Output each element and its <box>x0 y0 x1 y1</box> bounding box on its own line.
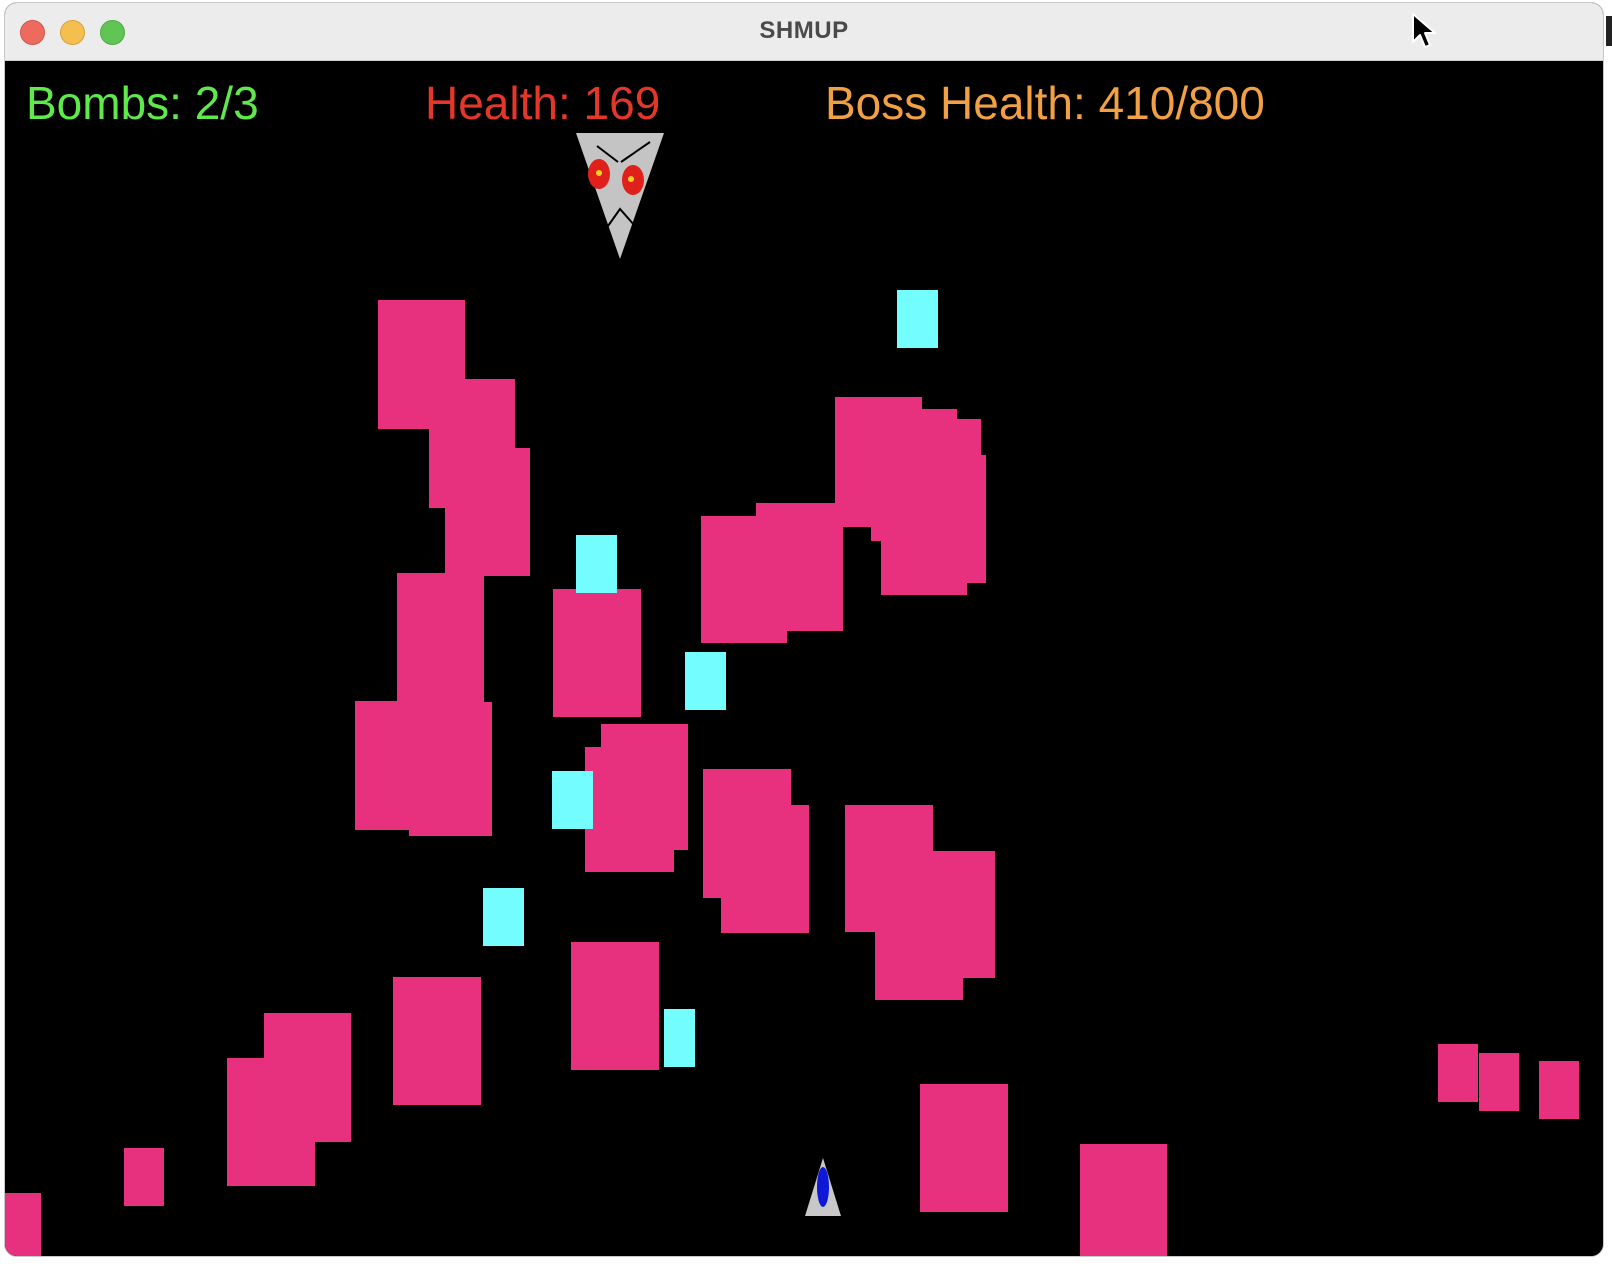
enemy-bullet <box>552 771 593 829</box>
enemy-block <box>845 805 995 1000</box>
enemy-block <box>393 977 481 1105</box>
enemy-block <box>1080 1144 1167 1256</box>
player-ship-icon <box>805 1158 841 1216</box>
boss-ship-icon <box>576 133 664 259</box>
enemy-block <box>571 942 659 1070</box>
enemy-block <box>1438 1044 1478 1102</box>
enemy-bullet <box>685 652 726 710</box>
enemy-block <box>553 589 641 717</box>
enemy-block <box>355 573 492 836</box>
player-cockpit <box>817 1167 829 1207</box>
boss-pupil-right <box>628 176 634 182</box>
game-playfield[interactable]: Bombs: 2/3 Health: 169 Boss Health: 410/… <box>5 61 1603 1256</box>
title-bar: SHMUP <box>5 3 1603 61</box>
game-window: SHMUP Bombs: 2/3 Health: 169 Boss Health… <box>5 3 1603 1256</box>
player-health: Health: 169 <box>425 77 661 129</box>
window-title: SHMUP <box>759 17 849 44</box>
enemy-bullet <box>897 290 938 348</box>
enemy-bullet <box>664 1009 695 1067</box>
enemy-bullet <box>483 888 524 946</box>
boss-body <box>576 133 664 259</box>
enemy-block <box>703 769 809 933</box>
enemy-block <box>124 1148 164 1206</box>
enemy-block <box>701 397 986 643</box>
enemy-block <box>920 1084 1008 1212</box>
enemy-block <box>5 1193 41 1256</box>
edge-marker <box>1606 16 1612 46</box>
bombs-counter: Bombs: 2/3 <box>26 77 259 129</box>
enemy-bullet <box>576 535 617 593</box>
enemy-block <box>585 724 688 872</box>
enemy-block <box>378 300 530 576</box>
enemy-block <box>1479 1053 1519 1111</box>
mouse-cursor-icon <box>1412 13 1436 48</box>
enemy-block <box>227 1013 351 1186</box>
boss-health: Boss Health: 410/800 <box>825 77 1265 129</box>
enemy-formation <box>5 300 1579 1256</box>
boss-pupil-left <box>596 170 602 176</box>
game-scene <box>5 133 1579 1256</box>
enemy-block <box>1539 1061 1579 1119</box>
